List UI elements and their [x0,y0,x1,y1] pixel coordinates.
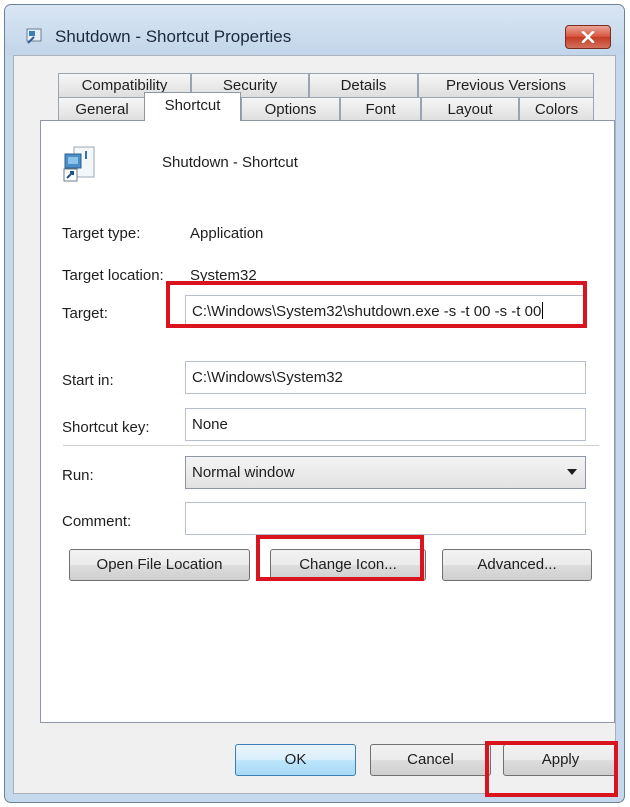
chevron-down-icon [567,469,577,475]
run-select-value: Normal window [192,464,295,481]
target-location-label: Target location: [62,267,164,284]
target-type-label: Target type: [62,225,141,242]
shortcut-file-icon [63,146,95,182]
change-icon-button[interactable]: Change Icon... [270,549,426,581]
shortcut-name: Shutdown - Shortcut [162,154,298,171]
close-icon [581,31,595,43]
window-title: Shutdown - Shortcut Properties [55,27,292,46]
shortcut-tab-panel: Shutdown - Shortcut Target type: Applica… [40,120,615,723]
start-in-input[interactable]: C:\Windows\System32 [185,361,586,394]
dialog-body: Compatibility Security Details Previous … [13,55,618,794]
tab-details[interactable]: Details [309,73,418,97]
comment-label: Comment: [62,513,132,530]
tab-shortcut[interactable]: Shortcut [144,92,241,121]
tab-previous-versions[interactable]: Previous Versions [418,73,594,97]
tab-font[interactable]: Font [340,97,421,121]
comment-input[interactable] [185,502,586,535]
ok-button[interactable]: OK [235,744,356,776]
tab-general[interactable]: General [58,97,146,121]
shortcut-key-label: Shortcut key: [62,419,150,436]
target-location-value: System32 [190,267,257,284]
shortcut-app-icon [26,28,42,44]
cancel-button[interactable]: Cancel [370,744,491,776]
target-type-value: Application [190,225,264,242]
tab-options[interactable]: Options [241,97,340,121]
advanced-button[interactable]: Advanced... [442,549,592,581]
tab-colors[interactable]: Colors [519,97,594,121]
properties-window: Shutdown - Shortcut Properties Compatibi… [4,4,625,803]
open-file-location-button[interactable]: Open File Location [69,549,250,581]
target-input-value: C:\Windows\System32\shutdown.exe -s -t 0… [192,303,542,320]
run-select[interactable]: Normal window [185,456,586,489]
target-input[interactable]: C:\Windows\System32\shutdown.exe -s -t 0… [185,295,586,328]
title-bar[interactable]: Shutdown - Shortcut Properties [5,5,624,55]
divider [63,445,599,446]
close-button[interactable] [565,25,611,49]
tab-layout[interactable]: Layout [421,97,519,121]
run-label: Run: [62,467,94,484]
shortcut-key-input[interactable]: None [185,408,586,441]
text-caret [542,302,544,319]
target-label: Target: [62,305,108,322]
start-in-label: Start in: [62,372,114,389]
apply-button[interactable]: Apply [503,744,618,776]
